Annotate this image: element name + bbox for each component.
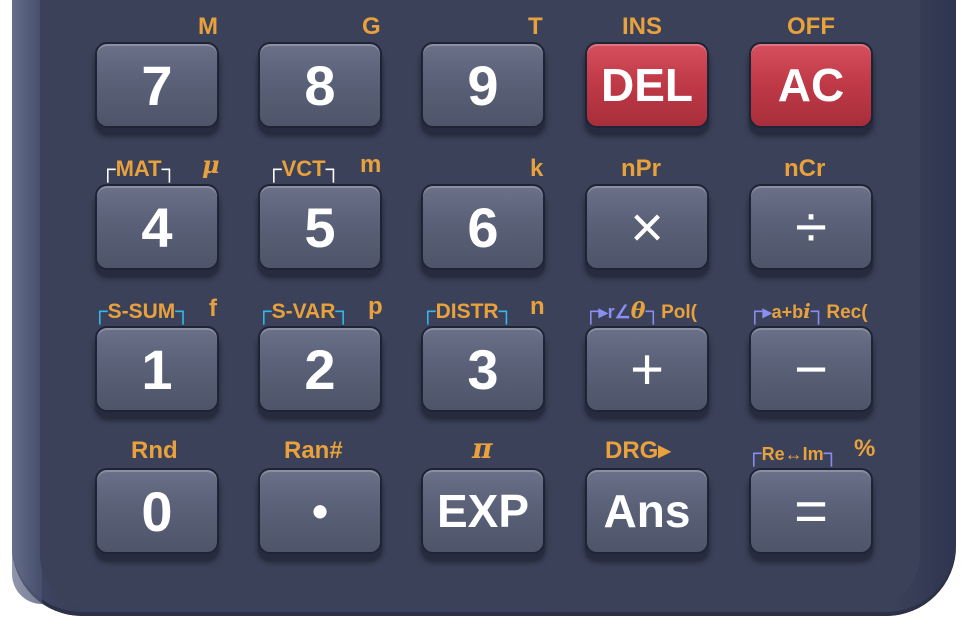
bracket-close-2: ┐ — [335, 298, 351, 323]
mode-i-minus: i — [803, 299, 811, 323]
key-8-label: 8 — [258, 42, 382, 128]
bracket-close-4: ┐ — [161, 156, 178, 181]
mode-label-5-wrap: ┌VCT┐ — [266, 156, 341, 182]
mode-label-1-wrap: ┌S-SUM┐ — [92, 298, 191, 325]
key-del[interactable]: DEL — [585, 42, 709, 128]
mode-label-2: S-VAR — [271, 300, 336, 323]
key-decimal-point-label: • — [258, 468, 382, 554]
key-4[interactable]: 4 — [95, 184, 219, 270]
key-9[interactable]: 9 — [421, 42, 545, 128]
key-3[interactable]: 3 — [421, 326, 545, 412]
key-4-label: 4 — [95, 184, 219, 270]
key-minus[interactable]: − — [749, 326, 873, 412]
mode-label-4-wrap: ┌MAT┐ — [100, 156, 177, 182]
key-6[interactable]: 6 — [421, 184, 545, 270]
key-6-label: 6 — [421, 184, 545, 270]
shift-label-3: n — [530, 293, 545, 320]
bracket-open-minus: ┌ — [747, 298, 763, 323]
bracket-open-eq: ┌ — [746, 440, 762, 465]
shift-label-multiply: nPr — [621, 155, 662, 182]
shift-label-dot: Ran# — [284, 437, 343, 464]
mode-label-eq-wrap: ┌Re↔Im┐ — [746, 440, 839, 467]
mode-label-5: VCT — [281, 156, 326, 181]
key-multiply-label: × — [585, 184, 709, 270]
bracket-open-3: ┌ — [420, 298, 436, 323]
bracket-close-5: ┐ — [325, 156, 342, 181]
shift-label-divide: nCr — [784, 155, 826, 182]
calculator-keypad-screen: M 7 G 8 T 9 INS DEL OFF AC ┌MAT┐ μ 4 ┌VC… — [0, 0, 968, 626]
key-multiply[interactable]: × — [585, 184, 709, 270]
mode-label-2-wrap: ┌S-VAR┐ — [256, 298, 351, 325]
shift-label-ac: OFF — [787, 13, 835, 40]
key-7-label: 7 — [95, 42, 219, 128]
key-divide[interactable]: ÷ — [749, 184, 873, 270]
bracket-open-plus: ┌ — [583, 298, 599, 323]
shift-label-plus: Pol( — [661, 302, 697, 323]
shift-label-ans: DRG▸ — [605, 437, 671, 464]
mode-arrow-minus: ▸ — [762, 302, 772, 322]
key-8[interactable]: 8 — [258, 42, 382, 128]
bracket-open-5: ┌ — [266, 156, 282, 181]
mode-label-1: S-SUM — [107, 300, 176, 323]
key-equals[interactable]: = — [749, 468, 873, 554]
mode-label-eq: Re↔Im — [761, 444, 824, 464]
key-ans[interactable]: Ans — [585, 468, 709, 554]
shift-label-7: M — [198, 13, 218, 40]
key-plus[interactable]: + — [585, 326, 709, 412]
key-exp[interactable]: EXP — [421, 468, 545, 554]
key-minus-label: − — [749, 326, 873, 412]
key-ac-label: AC — [749, 42, 873, 128]
key-2[interactable]: 2 — [258, 326, 382, 412]
shift-label-6: k — [530, 155, 544, 182]
shift-label-eq: % — [854, 435, 876, 462]
key-0-label: 0 — [95, 468, 219, 554]
key-0[interactable]: 0 — [95, 468, 219, 554]
mode-arrow-plus: ▸r∠ — [598, 302, 631, 322]
shift-label-4: μ — [202, 150, 220, 179]
key-2-label: 2 — [258, 326, 382, 412]
shift-label-5: m — [360, 151, 382, 178]
bracket-open-4: ┌ — [100, 156, 116, 181]
key-5-label: 5 — [258, 184, 382, 270]
key-1[interactable]: 1 — [95, 326, 219, 412]
bracket-close-eq: ┐ — [823, 440, 840, 465]
key-1-label: 1 — [95, 326, 219, 412]
bracket-open-2: ┌ — [256, 298, 272, 323]
key-divide-label: ÷ — [749, 184, 873, 270]
mode-theta-plus: θ — [630, 298, 646, 324]
key-ac[interactable]: AC — [749, 42, 873, 128]
key-plus-label: + — [585, 326, 709, 412]
shift-label-0: Rnd — [131, 437, 178, 464]
shift-label-del: INS — [622, 13, 663, 40]
mode-label-minus-wrap: ┌▸a+bi┐Rec( — [747, 298, 868, 326]
key-ans-label: Ans — [585, 468, 709, 554]
mode-label-3-wrap: ┌DISTR┐ — [420, 298, 514, 325]
bracket-close-minus: ┐ — [810, 298, 827, 323]
key-equals-label: = — [749, 468, 873, 554]
shift-label-9: T — [528, 13, 543, 40]
key-3-label: 3 — [421, 326, 545, 412]
mode-label-3: DISTR — [435, 300, 499, 323]
shift-label-minus: Rec( — [826, 302, 868, 323]
bracket-close-1: ┐ — [175, 298, 191, 323]
bracket-close-plus: ┐ — [645, 298, 662, 323]
calculator-body-edge — [12, 0, 42, 604]
shift-label-8: G — [362, 13, 381, 40]
key-exp-label: EXP — [421, 468, 545, 554]
key-5[interactable]: 5 — [258, 184, 382, 270]
shift-label-1: f — [209, 295, 217, 322]
mode-label-4: MAT — [115, 156, 162, 181]
mode-text-minus: a+b — [771, 302, 804, 322]
bracket-open-1: ┌ — [92, 298, 108, 323]
bracket-close-3: ┐ — [498, 298, 515, 323]
shift-label-2: p — [368, 293, 383, 320]
shift-label-exp: π — [472, 432, 493, 465]
key-9-label: 9 — [421, 42, 545, 128]
key-7[interactable]: 7 — [95, 42, 219, 128]
mode-label-plus-wrap: ┌▸r∠θ┐Pol( — [583, 298, 697, 326]
key-decimal-point[interactable]: • — [258, 468, 382, 554]
key-del-label: DEL — [585, 42, 709, 128]
